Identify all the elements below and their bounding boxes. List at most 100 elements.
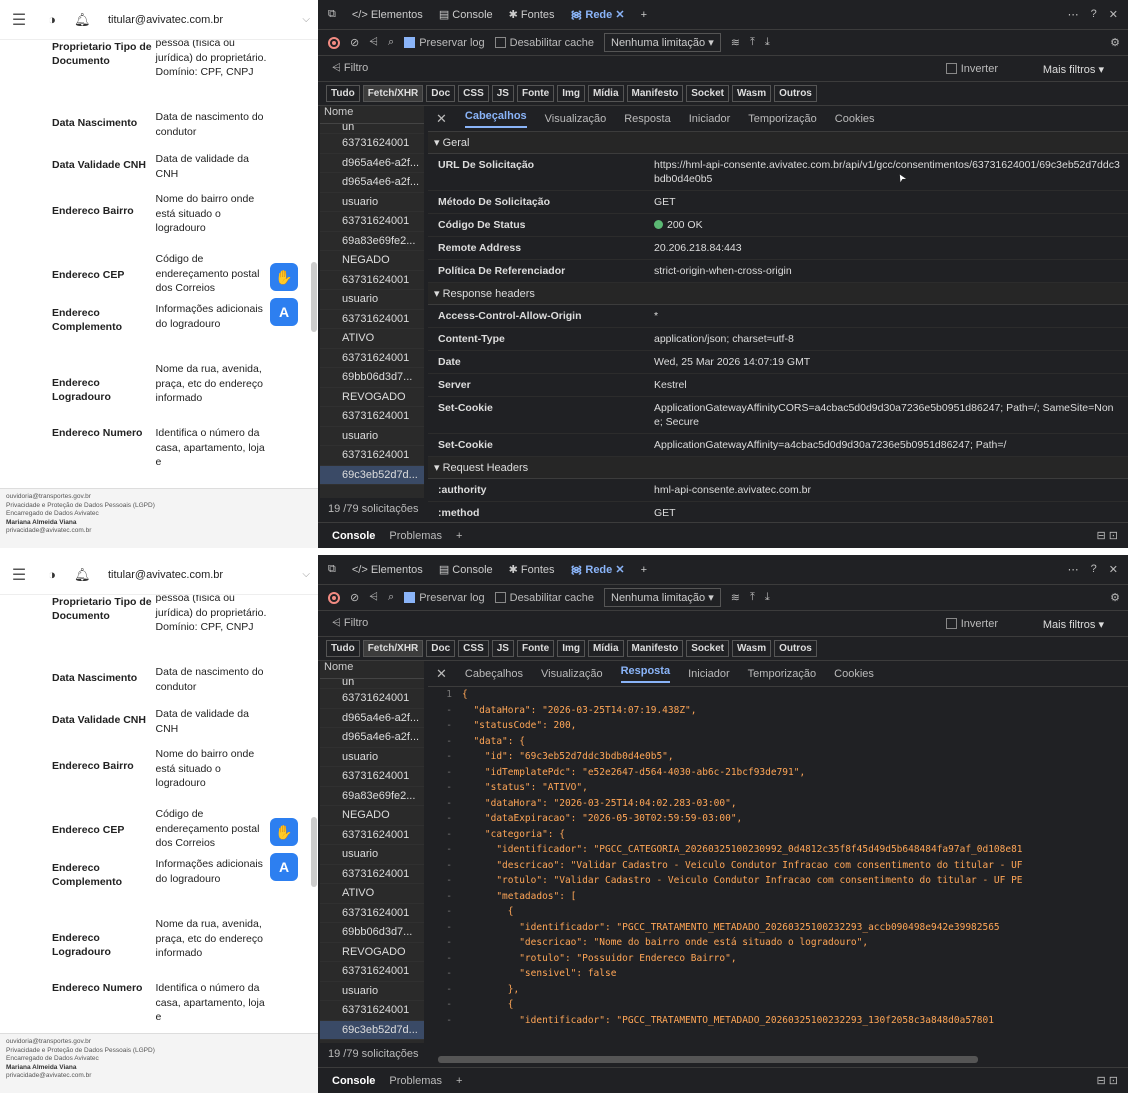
request-item[interactable]: 69c3eb52d7d... (320, 465, 424, 485)
menu-icon[interactable]: ☰ (8, 565, 30, 585)
request-item[interactable]: 63731624001 (320, 1001, 424, 1021)
upload-icon[interactable]: ⤒ (750, 591, 755, 604)
detail-tab[interactable]: Temporização (748, 113, 816, 125)
more-filters-dropdown[interactable]: Mais filtros ▾ (1043, 618, 1104, 631)
invert-checkbox[interactable]: Inverter (945, 618, 998, 630)
request-item[interactable]: 69bb06d3d7... (320, 923, 424, 943)
add-tab-icon[interactable]: + (641, 9, 647, 21)
close-detail-icon[interactable]: ✕ (436, 666, 447, 682)
filter-chip[interactable]: Outros (774, 85, 817, 102)
request-item[interactable]: d965a4e6-a2f... (320, 154, 424, 173)
request-item[interactable]: usuario (320, 290, 424, 310)
tab-console[interactable]: ▤ Console (439, 563, 493, 576)
settings-icon[interactable]: ⚙ (1110, 36, 1128, 49)
filter-chip[interactable]: Tudo (326, 640, 360, 657)
clear-icon[interactable]: ⊘ (350, 591, 359, 604)
request-item[interactable]: REVOGADO (320, 943, 424, 962)
filter-chip[interactable]: Mídia (587, 640, 624, 657)
tab-elementos[interactable]: </> Elementos (352, 9, 423, 21)
request-item[interactable]: 63731624001 (320, 407, 424, 427)
settings-icon[interactable]: ⚙ (1110, 591, 1128, 604)
request-item[interactable]: usuario (320, 845, 424, 865)
dock-icon[interactable]: ⊟ ⊡ (1097, 1074, 1128, 1087)
detail-tab[interactable]: Cabeçalhos (464, 110, 527, 128)
filter-icon[interactable]: ⩤ (369, 591, 378, 604)
scrollbar[interactable] (311, 817, 317, 887)
download-icon[interactable]: ⤓ (765, 36, 770, 49)
footer-ouvidoria[interactable]: ouvidoria@transportes.gov.br (6, 493, 312, 502)
request-item[interactable]: 69a83e69fe2... (320, 787, 424, 806)
filter-chip[interactable]: CSS (458, 85, 489, 102)
font-size-button[interactable]: A (270, 298, 298, 326)
filter-chip[interactable]: Fetch/XHR (362, 85, 424, 102)
request-item[interactable]: NEGADO (320, 251, 424, 271)
request-item[interactable]: d965a4e6-a2f... (320, 173, 424, 193)
user-email[interactable]: titular@avivatec.com.br (108, 14, 288, 26)
footer-ouvidoria[interactable]: ouvidoria@transportes.gov.br (6, 1038, 312, 1047)
section-header[interactable]: ▾ Geral (428, 132, 1128, 154)
tab-elementos[interactable]: </> Elementos (352, 564, 423, 576)
filter-chip[interactable]: JS (491, 640, 514, 657)
help-icon[interactable]: ? (1091, 8, 1097, 21)
section-header[interactable]: ▾ Response headers (428, 283, 1128, 305)
request-item[interactable]: usuario (320, 748, 424, 767)
name-column-header[interactable]: Nome (320, 106, 424, 124)
close-icon[interactable]: ✕ (1109, 563, 1118, 576)
request-item[interactable]: un (320, 124, 424, 134)
filter-chip[interactable]: Tudo (326, 85, 360, 102)
request-item[interactable]: usuario (320, 982, 424, 1001)
request-item[interactable]: 69a83e69fe2... (320, 232, 424, 251)
request-item[interactable]: 63731624001 (320, 689, 424, 709)
request-item[interactable]: usuario (320, 427, 424, 446)
filter-chip[interactable]: Fonte (516, 85, 555, 102)
scrollbar[interactable] (311, 262, 317, 332)
wifi-icon[interactable]: ≋ (731, 36, 740, 49)
detail-tab[interactable]: Cookies (835, 113, 875, 125)
device-toolbar-icon[interactable]: ⧉ (328, 8, 336, 21)
detail-tab[interactable]: Iniciador (689, 113, 731, 125)
detail-tab[interactable]: Iniciador (688, 668, 730, 680)
footer-email[interactable]: privacidade@avivatec.com.br (6, 527, 312, 536)
request-item[interactable]: d965a4e6-a2f... (320, 728, 424, 748)
request-item[interactable]: 69bb06d3d7... (320, 368, 424, 388)
request-item[interactable]: 63731624001 (320, 349, 424, 368)
record-icon[interactable] (328, 36, 340, 49)
request-item[interactable]: 63731624001 (320, 904, 424, 923)
disable-cache-checkbox[interactable]: Desabilitar cache (494, 36, 594, 49)
close-detail-icon[interactable]: ✕ (436, 111, 447, 127)
throttle-select[interactable]: Nenhuma limitação ▾ (604, 33, 721, 52)
filter-chip[interactable]: Mídia (587, 85, 624, 102)
filter-chip[interactable]: Socket (686, 85, 729, 102)
detail-tab[interactable]: Temporização (748, 668, 816, 680)
request-item[interactable]: 63731624001 (320, 134, 424, 154)
filter-chip[interactable]: Doc (426, 640, 456, 657)
record-icon[interactable] (328, 591, 340, 604)
filter-chip[interactable]: Img (557, 640, 585, 657)
request-item[interactable]: REVOGADO (320, 388, 424, 407)
request-item[interactable]: usuario (320, 193, 424, 212)
filter-icon[interactable]: ⩤ (369, 36, 378, 49)
add-tab-icon[interactable]: + (641, 564, 647, 576)
filter-chip[interactable]: Manifesto (626, 640, 684, 657)
chevron-down-icon[interactable]: ⌵ (302, 14, 310, 25)
drawer-console[interactable]: Console (332, 530, 375, 542)
request-item[interactable]: 63731624001 (320, 271, 424, 290)
detail-tab[interactable]: Visualização (541, 668, 603, 680)
download-icon[interactable]: ⤓ (765, 591, 770, 604)
filter-chip[interactable]: Wasm (732, 640, 772, 657)
more-icon[interactable]: ⋯ (1068, 563, 1079, 576)
name-column-header[interactable]: Nome (320, 661, 424, 679)
close-icon[interactable]: ✕ (1109, 8, 1118, 21)
filter-input[interactable]: ⩤ Filtro (332, 617, 368, 630)
filter-chip[interactable]: Fetch/XHR (362, 640, 424, 657)
preserve-log-checkbox[interactable]: Preservar log (404, 591, 485, 604)
detail-tab[interactable]: Resposta (620, 665, 671, 683)
filter-chip[interactable]: Manifesto (626, 85, 684, 102)
filter-chip[interactable]: CSS (458, 640, 489, 657)
filter-chip[interactable]: Doc (426, 85, 456, 102)
caret-down-icon[interactable]: ▾ (434, 462, 443, 474)
request-item[interactable]: d965a4e6-a2f... (320, 709, 424, 728)
throttle-select[interactable]: Nenhuma limitação ▾ (604, 588, 721, 607)
tab-rede[interactable]: ᯼ Rede ✕ (571, 7, 625, 22)
request-item[interactable]: un (320, 679, 424, 689)
